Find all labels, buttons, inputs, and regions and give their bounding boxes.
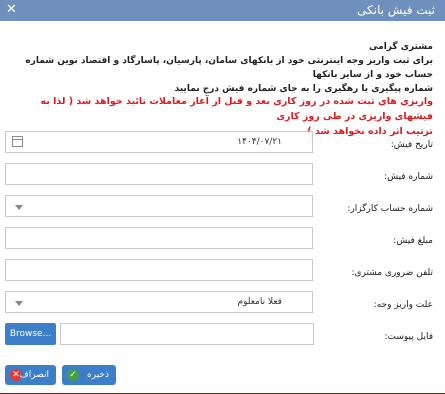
chevron-down-icon: [15, 301, 23, 306]
cancel-button-label: انصراف: [19, 370, 49, 380]
intro-greeting: مشتری گرامی: [369, 42, 433, 52]
receipt-date-input[interactable]: ۱۴۰۴/۰۷/۲۱: [5, 131, 313, 153]
check-icon: ✓: [67, 369, 79, 381]
broker-account-select[interactable]: [5, 195, 313, 217]
broker-account-label: شماره حساب کارگزار:: [347, 204, 433, 214]
deposit-reason-value: فعلا نامعلوم: [237, 297, 283, 307]
warning-line-1: واریزی های ثبت شده در روز کاری بعد و قبل…: [40, 96, 433, 122]
amount-input[interactable]: [5, 227, 313, 249]
intro-line-1: برای ثبت واریز وجه اینترنتی خود از بانکه…: [25, 56, 433, 80]
chevron-down-icon: [15, 205, 23, 210]
close-icon[interactable]: ✕: [6, 2, 17, 18]
receipt-number-input[interactable]: [5, 163, 313, 185]
receipt-date-value: ۱۴۰۴/۰۷/۲۱: [237, 137, 282, 147]
attachment-file-input[interactable]: [60, 323, 314, 345]
browse-button[interactable]: Browse...: [5, 323, 56, 345]
amount-label: مبلغ فیش:: [393, 236, 433, 246]
dialog-title: ثبت فیش بانکی: [357, 3, 435, 17]
intro-line-2: شماره پیگیری یا رهگیری را به جای شماره ف…: [174, 84, 433, 94]
calendar-icon[interactable]: [12, 136, 23, 147]
phone-label: تلفن ضروری مشتری:: [351, 268, 433, 278]
attachment-label: فایل پیوست:: [384, 332, 433, 342]
intro-text: مشتری گرامی برای ثبت واریز وجه اینترنتی …: [13, 40, 433, 96]
dialog-titlebar: ثبت فیش بانکی ✕: [0, 0, 445, 21]
deposit-reason-label: علت واریز وجه:: [373, 300, 433, 310]
receipt-date-label: تاریخ فیش:: [390, 140, 433, 150]
receipt-number-label: شماره فیش:: [384, 172, 433, 182]
save-button[interactable]: ✓ ذخیره: [62, 365, 116, 385]
phone-input[interactable]: [5, 259, 313, 281]
warning-line-2: ترتیب اثر داده نخواهد شد ): [307, 126, 433, 137]
deposit-reason-select[interactable]: فعلا نامعلوم: [5, 291, 313, 313]
cancel-button[interactable]: ✕ انصراف: [5, 365, 56, 385]
save-button-label: ذخیره: [87, 370, 109, 380]
